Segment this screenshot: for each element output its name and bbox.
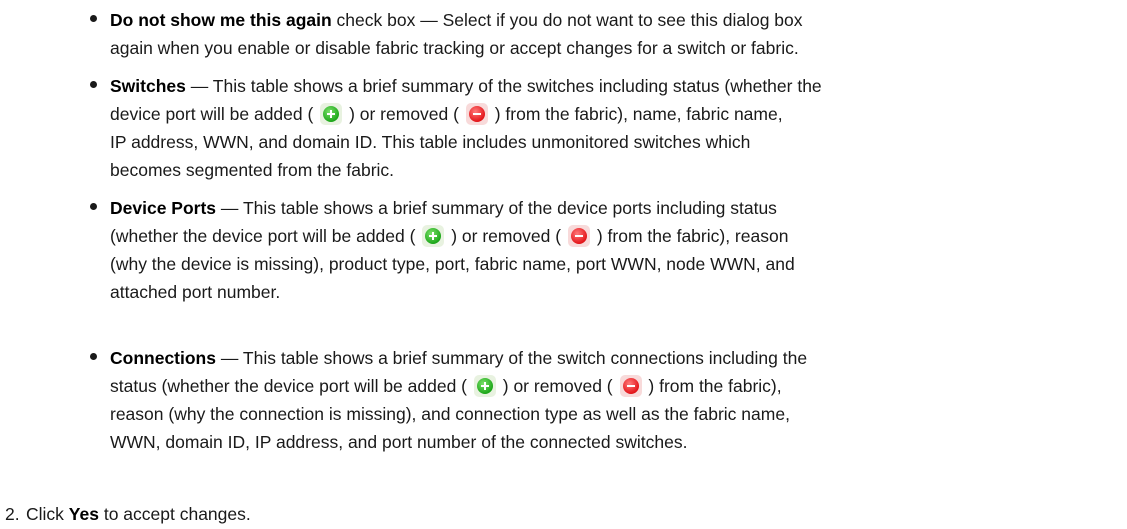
term-label: Do not show me this again — [110, 10, 332, 30]
step-text: to accept changes. — [98, 504, 251, 524]
text-line: becomes segmented from the fabric. — [110, 160, 395, 180]
text-line: Device Ports — This table shows a brief … — [110, 194, 1100, 222]
help-page: Do not show me this again check box — Se… — [0, 0, 1127, 529]
line-text: — This table shows a brief summary of th… — [185, 76, 822, 96]
add-icon — [422, 225, 445, 247]
line-text: ) or removed ( — [502, 376, 613, 396]
bullet-dot — [90, 203, 97, 210]
line-text: device port will be added ( — [110, 104, 314, 124]
list-item-text: Device Ports — This table shows a brief … — [110, 194, 1100, 306]
remove-icon — [567, 225, 590, 247]
line-text: — This table shows a brief summary of th… — [216, 198, 777, 218]
bullet-dot — [90, 81, 97, 88]
line-text: ) from the fabric), — [648, 376, 782, 396]
line-text: (whether the device port will be added ( — [110, 226, 416, 246]
text-line: status (whether the device port will be … — [110, 372, 1100, 400]
add-icon — [320, 103, 343, 125]
line-text: check box — Select if you do not want to… — [331, 10, 803, 30]
line-text: ) from the fabric), name, fabric name, — [494, 104, 783, 124]
text-line: (why the device is missing), product typ… — [110, 254, 795, 274]
text-line: Switches — This table shows a brief summ… — [110, 72, 1100, 100]
bullet-dot — [90, 353, 97, 360]
term-label: Connections — [110, 348, 216, 368]
line-text: ) or removed ( — [349, 104, 459, 124]
step-instruction: 2. Click Yes to accept changes. — [5, 500, 251, 528]
text-line: Do not show me this again check box — Se… — [110, 6, 1100, 34]
step-text: Click — [26, 504, 69, 524]
line-text: status (whether the device port will be … — [110, 376, 467, 396]
yes-button-reference: Yes — [68, 504, 99, 524]
text-line: again when you enable or disable fabric … — [110, 38, 799, 58]
text-line: IP address, WWN, and domain ID. This tab… — [110, 132, 751, 152]
add-icon — [473, 375, 496, 397]
list-item-text: Switches — This table shows a brief summ… — [110, 72, 1100, 184]
text-line: WWN, domain ID, IP address, and port num… — [110, 432, 688, 452]
text-line: (whether the device port will be added (… — [110, 222, 1100, 250]
bullet-dot — [90, 15, 97, 22]
list-item-text: Connections — This table shows a brief s… — [110, 344, 1100, 456]
text-line: attached port number. — [110, 282, 281, 302]
term-label: Switches — [110, 76, 186, 96]
list-item-text: Do not show me this again check box — Se… — [110, 6, 1100, 62]
line-text: ) or removed ( — [451, 226, 562, 246]
remove-icon — [465, 103, 488, 125]
text-line: device port will be added ( ) or removed… — [110, 100, 1100, 128]
term-label: Device Ports — [110, 198, 217, 218]
line-text: — This table shows a brief summary of th… — [215, 348, 808, 368]
step-number: 2. — [5, 504, 20, 524]
line-text: ) from the fabric), reason — [596, 226, 789, 246]
text-line: Connections — This table shows a brief s… — [110, 344, 1100, 372]
text-line: reason (why the connection is missing), … — [110, 404, 790, 424]
remove-icon — [619, 375, 642, 397]
